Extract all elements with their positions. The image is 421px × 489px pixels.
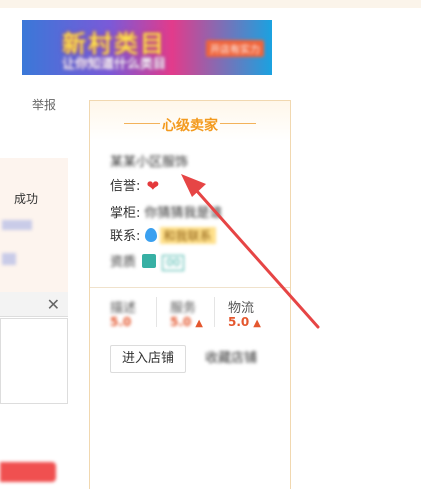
favorite-shop-button[interactable]: 收藏店铺 bbox=[194, 345, 268, 373]
left-line-4 bbox=[2, 253, 16, 265]
promo-banner[interactable]: 新村类目 让你知道什么类目 开店有实力 bbox=[22, 20, 272, 75]
credit-row: 信誉: ❤ bbox=[110, 175, 159, 195]
seller-card-header: 心级卖家 bbox=[90, 101, 290, 141]
heart-icon[interactable]: ❤ bbox=[147, 177, 160, 195]
cert-text: 资质 bbox=[110, 255, 137, 270]
left-line-3 bbox=[2, 220, 32, 230]
left-info-panel: 成功 bbox=[0, 158, 68, 293]
license-icon[interactable] bbox=[142, 254, 157, 268]
seller-card: 心级卖家 某某小区服饰 信誉: ❤ 掌柜: 你猜猜我是谁 联系: 和我联系 资质… bbox=[89, 100, 291, 489]
contact-row: 联系: 和我联系 bbox=[110, 225, 216, 244]
credit-label: 信誉: bbox=[110, 179, 141, 194]
seller-level-title: 心级卖家 bbox=[162, 118, 218, 134]
manager-name[interactable]: 你猜猜我是谁 bbox=[145, 206, 223, 221]
contact-label: 联系: bbox=[110, 229, 141, 244]
shop-name[interactable]: 某某小区服饰 bbox=[110, 151, 188, 170]
enter-shop-button[interactable]: 进入店铺 bbox=[110, 345, 186, 373]
rating-separator bbox=[214, 297, 215, 327]
top-strip bbox=[0, 0, 421, 8]
drop-icon[interactable] bbox=[144, 228, 157, 242]
contact-button[interactable]: 和我联系 bbox=[159, 227, 216, 244]
rating-separator bbox=[156, 297, 157, 327]
manager-row: 掌柜: 你猜猜我是谁 bbox=[110, 202, 223, 221]
rating-divider bbox=[90, 287, 290, 288]
manager-label: 掌柜: bbox=[110, 206, 141, 221]
rating-label-service: 服务 bbox=[170, 301, 197, 316]
left-close-bar: ✕ bbox=[0, 292, 68, 317]
report-link[interactable]: 举报 bbox=[32, 96, 56, 113]
banner-subtitle: 让你知道什么类目 bbox=[62, 57, 167, 72]
left-content-box bbox=[0, 318, 68, 404]
rating-value-description: 5.0 bbox=[110, 315, 132, 329]
cert-number[interactable]: 00 bbox=[162, 255, 185, 271]
rating-label-description: 描述 bbox=[110, 301, 137, 316]
left-red-button[interactable] bbox=[0, 462, 56, 482]
rating-label-logistics: 物流 bbox=[228, 301, 255, 316]
close-icon[interactable]: ✕ bbox=[47, 295, 60, 314]
arrow-up-icon: ▲ bbox=[253, 318, 261, 329]
banner-tag: 开店有实力 bbox=[206, 40, 264, 57]
arrow-up-icon: ▲ bbox=[195, 318, 203, 329]
certification-row: 资质 00 bbox=[110, 251, 185, 271]
rating-value-service: 5.0 ▲ bbox=[170, 315, 203, 329]
rating-value-logistics: 5.0 ▲ bbox=[228, 315, 261, 329]
left-line-success: 成功 bbox=[14, 192, 39, 206]
